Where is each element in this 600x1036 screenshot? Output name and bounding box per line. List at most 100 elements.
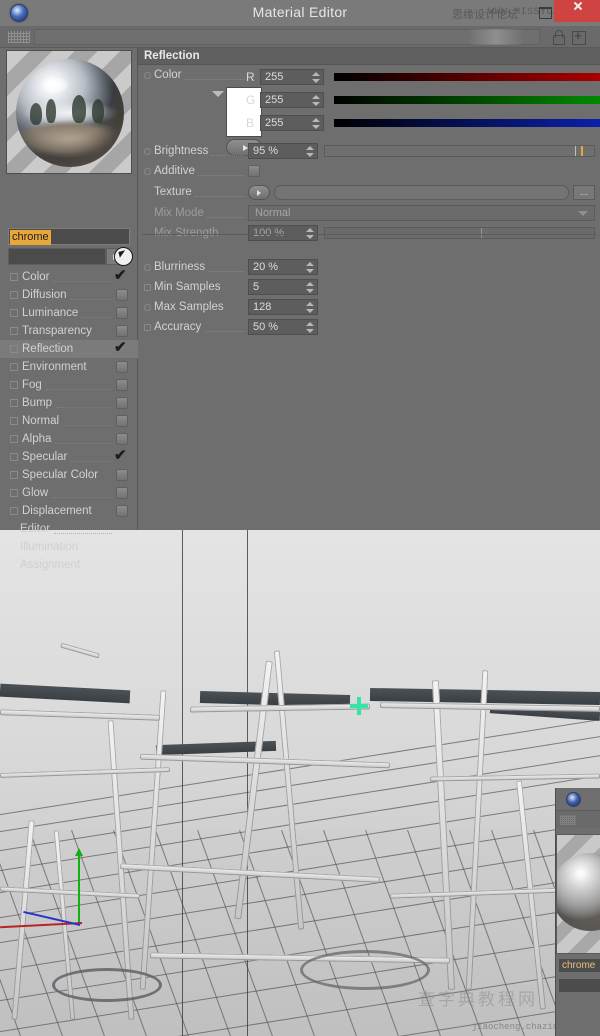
channel-checkbox[interactable]: [116, 469, 128, 481]
channel-checkbox[interactable]: [116, 325, 128, 337]
channel-marker-icon[interactable]: [10, 291, 18, 299]
material-search-row[interactable]: [8, 248, 130, 265]
spinner-icon[interactable]: [306, 145, 314, 158]
window-toolbar[interactable]: [0, 26, 600, 48]
channel-marker-icon[interactable]: [10, 435, 18, 443]
color-b-input[interactable]: 255: [260, 115, 324, 131]
channel-item-environment[interactable]: Environment: [0, 358, 138, 376]
close-button[interactable]: [554, 0, 600, 22]
add-icon[interactable]: [570, 29, 586, 45]
channel-item-color[interactable]: Color: [0, 268, 138, 286]
move-tool-crosshair[interactable]: [350, 697, 368, 715]
search-input[interactable]: [8, 248, 106, 265]
bg-material-preview[interactable]: [556, 834, 600, 954]
channel-checkbox-checked[interactable]: [116, 271, 128, 283]
channel-item-specular[interactable]: Specular: [0, 448, 138, 466]
animate-marker-icon[interactable]: [144, 324, 151, 331]
spinner-icon[interactable]: [306, 281, 314, 294]
blurriness-input[interactable]: 20 %: [248, 259, 318, 275]
mix-mode-select[interactable]: Normal: [248, 205, 595, 221]
maximize-button[interactable]: [536, 4, 554, 20]
pick-cursor-icon[interactable]: [114, 247, 133, 266]
color-r-gradient[interactable]: [334, 73, 600, 81]
spinner-icon[interactable]: [312, 117, 320, 130]
titlebar[interactable]: Material Editor 思缘设计论坛 WWW.MISSYUAN.COM: [0, 0, 600, 26]
brightness-slider[interactable]: [324, 145, 595, 157]
channel-checkbox[interactable]: [116, 415, 128, 427]
material-name-field[interactable]: chrome: [8, 228, 130, 245]
channel-item-luminance[interactable]: Luminance: [0, 304, 138, 322]
channel-item-reflection[interactable]: Reflection: [0, 340, 138, 358]
accuracy-input[interactable]: 50 %: [248, 319, 318, 335]
spinner-icon[interactable]: [312, 71, 320, 84]
bg-search-field[interactable]: [558, 978, 600, 993]
channel-marker-icon[interactable]: [10, 309, 18, 317]
bg-window-titlebar[interactable]: [556, 788, 600, 810]
spinner-icon[interactable]: [306, 261, 314, 274]
animate-marker-icon[interactable]: [144, 168, 151, 175]
animate-marker-icon[interactable]: [144, 72, 151, 79]
channel-marker-icon[interactable]: [10, 345, 18, 353]
additive-checkbox[interactable]: [248, 165, 260, 177]
material-preview[interactable]: [6, 50, 132, 174]
channel-marker-icon[interactable]: [10, 417, 18, 425]
channel-item-diffusion[interactable]: Diffusion: [0, 286, 138, 304]
page-item-editor[interactable]: Editor: [0, 520, 138, 538]
lock-icon[interactable]: [550, 29, 566, 45]
texture-input[interactable]: [274, 185, 569, 200]
channel-marker-icon[interactable]: [10, 363, 18, 371]
channel-marker-icon[interactable]: [10, 507, 18, 515]
channel-checkbox[interactable]: [116, 397, 128, 409]
channel-item-glow[interactable]: Glow: [0, 484, 138, 502]
drag-grip-icon[interactable]: [8, 31, 30, 43]
channel-checkbox[interactable]: [116, 487, 128, 499]
channel-checkbox[interactable]: [116, 307, 128, 319]
color-b-gradient[interactable]: [334, 119, 600, 127]
page-item-illumination[interactable]: Illumination: [0, 538, 138, 556]
mix-strength-input[interactable]: 100 %: [248, 225, 318, 241]
color-g-gradient[interactable]: [334, 96, 600, 104]
channel-item-fog[interactable]: Fog: [0, 376, 138, 394]
channel-item-bump[interactable]: Bump: [0, 394, 138, 412]
spinner-icon[interactable]: [306, 321, 314, 334]
color-expand-icon[interactable]: [212, 89, 224, 99]
color-g-input[interactable]: 255: [260, 92, 324, 108]
channel-checkbox[interactable]: [116, 361, 128, 373]
3d-viewport[interactable]: 查字典教程网 jiaocheng.chazidian.com: [0, 530, 600, 1036]
bg-window-toolbar[interactable]: [556, 810, 600, 828]
color-label-box: Color: [144, 69, 248, 81]
channel-item-displacement[interactable]: Displacement: [0, 502, 138, 520]
background-material-editor-window[interactable]: chrome: [555, 788, 600, 1036]
animate-marker-icon[interactable]: [144, 148, 151, 155]
slider-handle[interactable]: [581, 146, 583, 156]
channel-checkbox-checked[interactable]: [116, 451, 128, 463]
channel-marker-icon[interactable]: [10, 471, 18, 479]
mix-strength-slider[interactable]: [324, 227, 595, 239]
channel-marker-icon[interactable]: [10, 273, 18, 281]
channel-marker-icon[interactable]: [10, 399, 18, 407]
page-item-assignment[interactable]: Assignment: [0, 556, 138, 574]
bg-material-name[interactable]: chrome: [558, 958, 600, 973]
animate-marker-icon[interactable]: [144, 284, 151, 291]
min-samples-input[interactable]: 5: [248, 279, 318, 295]
channel-checkbox[interactable]: [116, 505, 128, 517]
spinner-icon[interactable]: [306, 301, 314, 314]
channel-marker-icon[interactable]: [10, 453, 18, 461]
channel-checkbox[interactable]: [116, 379, 128, 391]
animate-marker-icon[interactable]: [144, 304, 151, 311]
texture-browse-button[interactable]: ...: [573, 185, 595, 200]
channel-item-normal[interactable]: Normal: [0, 412, 138, 430]
channel-checkbox[interactable]: [116, 433, 128, 445]
animate-marker-icon[interactable]: [144, 264, 151, 271]
brightness-input[interactable]: 95 %: [248, 143, 318, 159]
channel-marker-icon[interactable]: [10, 381, 18, 389]
max-samples-input[interactable]: 128: [248, 299, 318, 315]
texture-menu-button[interactable]: [248, 185, 270, 200]
channel-marker-icon[interactable]: [10, 489, 18, 497]
color-r-input[interactable]: 255: [260, 69, 324, 85]
channel-checkbox-checked[interactable]: [116, 343, 128, 355]
spinner-icon[interactable]: [312, 94, 320, 107]
channel-item-specular-color[interactable]: Specular Color: [0, 466, 138, 484]
channel-checkbox[interactable]: [116, 289, 128, 301]
channel-marker-icon[interactable]: [10, 327, 18, 335]
